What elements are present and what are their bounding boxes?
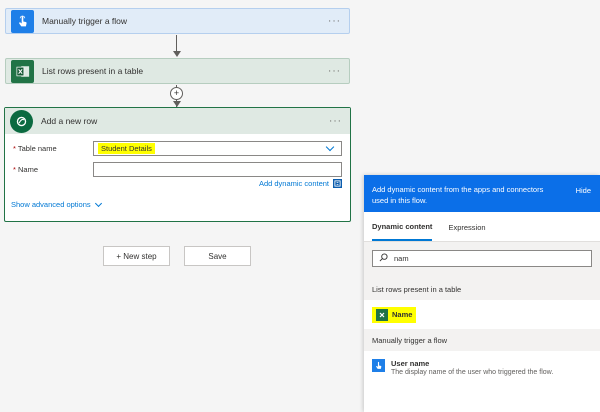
- required-mark: *: [13, 165, 16, 174]
- dynamic-item-user-name[interactable]: User name The display name of the user w…: [364, 351, 600, 384]
- panel-header-text: Add dynamic content from the apps and co…: [372, 185, 544, 205]
- table-name-label: * Table name: [13, 144, 93, 153]
- field-label-text: Name: [18, 165, 39, 174]
- chevron-down-icon: [94, 199, 102, 207]
- show-advanced-options[interactable]: Show advanced options: [11, 199, 102, 209]
- user-name-text: User name The display name of the user w…: [391, 359, 553, 376]
- add-dynamic-content-label: Add dynamic content: [258, 179, 329, 188]
- item-description: The display name of the user who trigger…: [391, 369, 554, 376]
- new-step-button[interactable]: + New step: [103, 246, 170, 266]
- arrow-down-icon: [173, 51, 181, 57]
- tabs-divider: [364, 241, 600, 242]
- table-name-value: Student Details: [98, 143, 155, 154]
- table-name-dropdown[interactable]: Student Details: [93, 141, 342, 156]
- field-label-text: Table name: [17, 144, 57, 153]
- more-options-icon[interactable]: ···: [329, 116, 342, 127]
- dynamic-content-icon: [333, 179, 342, 188]
- connector-line: [176, 35, 177, 52]
- tab-expression[interactable]: Expression: [448, 215, 485, 240]
- show-advanced-label: Show advanced options: [11, 200, 91, 209]
- highlighted-item: Name: [372, 306, 417, 323]
- hide-button[interactable]: Hide: [576, 185, 591, 196]
- item-label: Name: [392, 310, 413, 319]
- list-rows-step-card[interactable]: List rows present in a table ···: [5, 58, 350, 84]
- trigger-step-card[interactable]: Manually trigger a flow ···: [5, 8, 350, 34]
- item-label: User name: [391, 359, 430, 368]
- section-header-list-rows: List rows present in a table: [364, 278, 600, 300]
- tab-dynamic-content[interactable]: Dynamic content: [372, 214, 433, 241]
- step-title: Add a new row: [41, 116, 98, 126]
- dataverse-icon: [10, 109, 33, 133]
- name-input[interactable]: [93, 162, 342, 177]
- required-mark: *: [13, 144, 16, 153]
- step-title: Manually trigger a flow: [42, 16, 128, 26]
- add-row-header[interactable]: Add a new row ···: [5, 108, 350, 134]
- table-name-row: * Table name Student Details: [13, 141, 342, 156]
- dynamic-content-header: Add dynamic content from the apps and co…: [364, 175, 600, 212]
- name-label: * Name: [13, 165, 93, 174]
- touch-icon: [11, 9, 34, 33]
- excel-icon: [376, 308, 388, 321]
- save-button[interactable]: Save: [184, 246, 251, 266]
- plus-icon: +: [173, 88, 180, 98]
- chevron-down-icon: [325, 142, 335, 152]
- name-row: * Name: [13, 162, 342, 177]
- dynamic-content-panel: Add dynamic content from the apps and co…: [364, 175, 600, 412]
- search-input[interactable]: nam: [372, 250, 592, 267]
- search-icon: [379, 253, 388, 264]
- more-options-icon[interactable]: ···: [328, 66, 341, 77]
- panel-tabs: Dynamic content Expression: [364, 212, 600, 242]
- more-options-icon[interactable]: ···: [328, 16, 341, 27]
- section-header-trigger: Manually trigger a flow: [364, 329, 600, 351]
- search-area: nam: [364, 242, 600, 278]
- insert-step-button[interactable]: +: [170, 87, 183, 100]
- add-row-step-card: Add a new row ··· * Table name Student D…: [4, 107, 351, 222]
- dynamic-item-name[interactable]: Name: [364, 300, 600, 329]
- excel-icon: [11, 59, 34, 83]
- search-value: nam: [394, 254, 409, 263]
- step-title: List rows present in a table: [42, 66, 144, 76]
- touch-icon: [372, 359, 385, 372]
- add-dynamic-content-link[interactable]: Add dynamic content: [259, 179, 342, 188]
